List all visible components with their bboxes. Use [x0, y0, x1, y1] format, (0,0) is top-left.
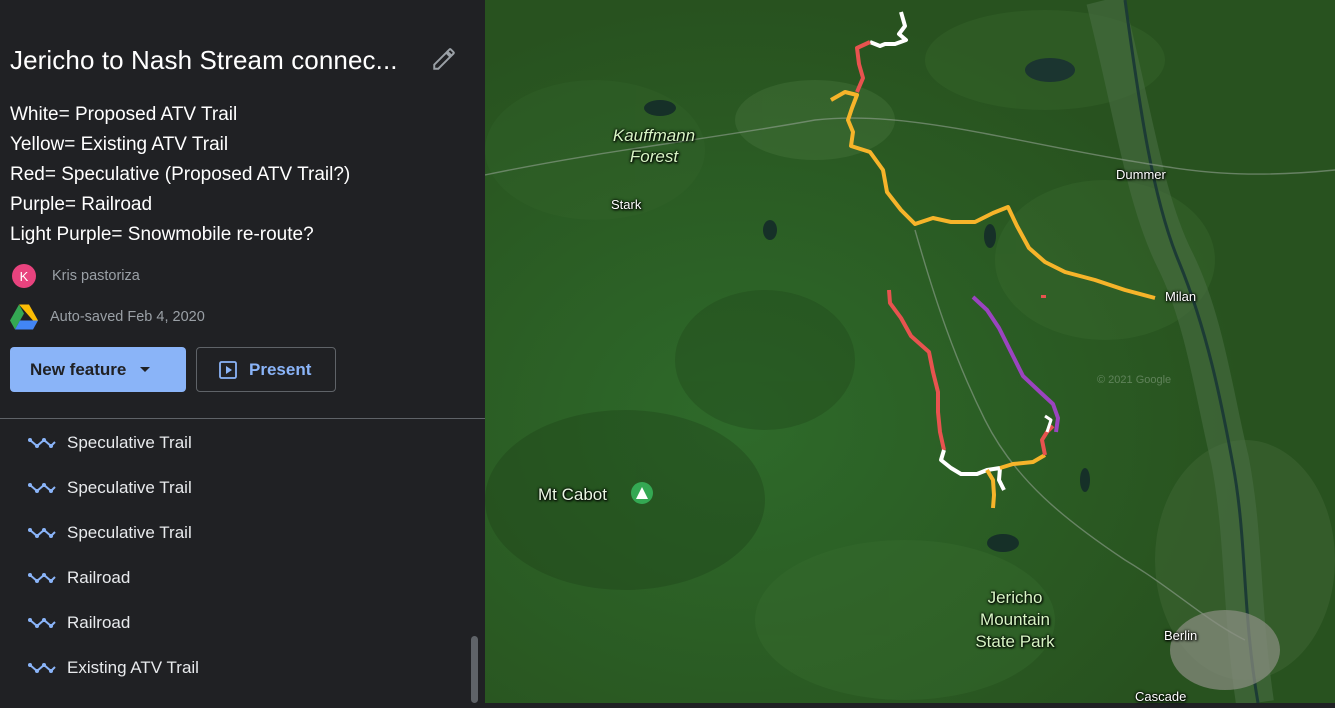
mountain-icon[interactable] — [631, 482, 653, 504]
title-row: Jericho to Nash Stream connec... — [10, 40, 465, 80]
pencil-icon[interactable] — [431, 46, 457, 72]
description-line: Light Purple= Snowmobile re-route? — [10, 224, 314, 245]
description-line: White= Proposed ATV Trail — [10, 104, 238, 125]
autosave-text: Auto-saved Feb 4, 2020 — [50, 309, 205, 325]
pond — [1080, 468, 1090, 492]
line-icon — [28, 482, 56, 493]
map-description[interactable]: White= Proposed ATV Trail Yellow= Existi… — [10, 100, 470, 250]
layer-item-railroad[interactable]: Railroad — [0, 555, 470, 600]
owner-row: K Kris pastoriza — [10, 264, 140, 288]
action-buttons: New feature Present — [10, 347, 336, 392]
label-milan: Milan — [1165, 289, 1197, 304]
map-canvas[interactable]: Kauffmann Forest Stark Dummer Milan Mt C… — [484, 0, 1335, 706]
label-jericho-state-park: Jericho Mountain State Park — [975, 588, 1055, 651]
description-line: Purple= Railroad — [10, 194, 153, 215]
pond — [1025, 58, 1075, 82]
layer-item-speculative-trail[interactable]: Speculative Trail — [0, 465, 470, 510]
layer-label: Speculative Trail — [67, 432, 192, 452]
divider — [0, 418, 485, 419]
label-cascade: Cascade — [1135, 689, 1187, 704]
present-button[interactable]: Present — [196, 347, 336, 392]
pond — [984, 224, 996, 248]
dropdown-arrow-icon — [140, 367, 151, 372]
layer-label: Speculative Trail — [67, 522, 192, 542]
saved-row: Auto-saved Feb 4, 2020 — [10, 304, 205, 330]
trail-red-marker — [1041, 295, 1046, 298]
line-icon — [28, 617, 56, 628]
layer-item-speculative-trail[interactable]: Speculative Trail — [0, 510, 470, 555]
label-berlin: Berlin — [1164, 628, 1198, 643]
layer-item-speculative-trail[interactable]: Speculative Trail — [0, 420, 470, 465]
line-icon — [28, 662, 56, 673]
label-dummer: Dummer — [1116, 167, 1166, 182]
line-icon — [28, 437, 56, 448]
present-icon — [219, 360, 237, 379]
new-feature-label: New feature — [30, 359, 127, 379]
owner-name: Kris pastoriza — [52, 268, 140, 284]
present-label: Present — [249, 359, 312, 379]
line-icon — [28, 572, 56, 583]
urban-area — [1170, 610, 1280, 690]
description-line: Yellow= Existing ATV Trail — [10, 134, 229, 155]
pond — [644, 100, 676, 116]
sidebar: Jericho to Nash Stream connec... White= … — [0, 0, 485, 703]
map-watermark: © 2021 Google — [1097, 374, 1172, 386]
google-drive-icon — [10, 304, 38, 330]
layer-item-existing-atv-trail[interactable]: Existing ATV Trail — [0, 645, 470, 690]
label-mt-cabot: Mt Cabot — [538, 485, 607, 504]
layer-label: Existing ATV Trail — [67, 657, 199, 677]
layer-label: Railroad — [67, 567, 131, 587]
line-icon — [28, 527, 56, 538]
satellite-map — [484, 0, 1335, 706]
pond — [763, 220, 777, 240]
description-line: Red= Speculative (Proposed ATV Trail?) — [10, 164, 351, 185]
map-title[interactable]: Jericho to Nash Stream connec... — [10, 45, 420, 76]
new-feature-button[interactable]: New feature — [10, 347, 186, 392]
layer-item-railroad[interactable]: Railroad — [0, 600, 470, 645]
label-kauffmann-forest: Kauffmann Forest — [612, 126, 696, 166]
layer-label: Railroad — [67, 612, 131, 632]
sidebar-scrollbar[interactable] — [471, 636, 478, 703]
layer-label: Speculative Trail — [67, 477, 192, 497]
label-stark: Stark — [611, 197, 642, 212]
avatar: K — [12, 264, 36, 288]
pond — [987, 534, 1019, 552]
layer-list: Speculative Trail Speculative Trail Spec… — [0, 420, 470, 690]
